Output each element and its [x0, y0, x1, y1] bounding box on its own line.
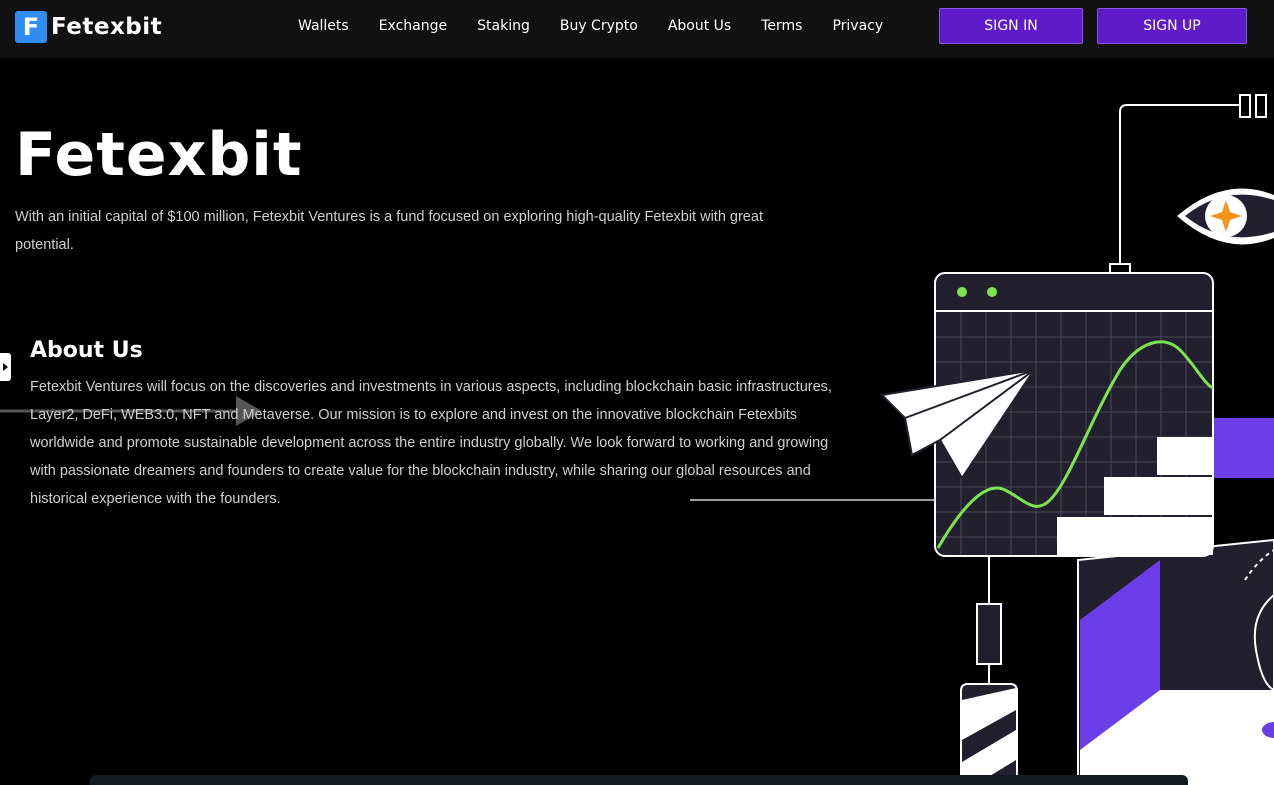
battery-connector — [960, 556, 1018, 785]
bottom-panel — [90, 775, 1188, 785]
about-us-text: Fetexbit Ventures will focus on the disc… — [30, 379, 832, 507]
side-drawer-toggle[interactable] — [0, 353, 11, 381]
window-dot-icon — [957, 287, 967, 297]
page: F Fetexbit Wallets Exchange Staking Buy … — [0, 0, 1274, 785]
hero-description: With an initial capital of $100 million,… — [15, 209, 763, 253]
window-dot-icon — [987, 287, 997, 297]
eye-icon — [1177, 188, 1274, 245]
hero-title: Fetexbit — [15, 120, 303, 190]
about-us-title: About Us — [30, 338, 143, 363]
connector-wire — [1109, 94, 1267, 275]
